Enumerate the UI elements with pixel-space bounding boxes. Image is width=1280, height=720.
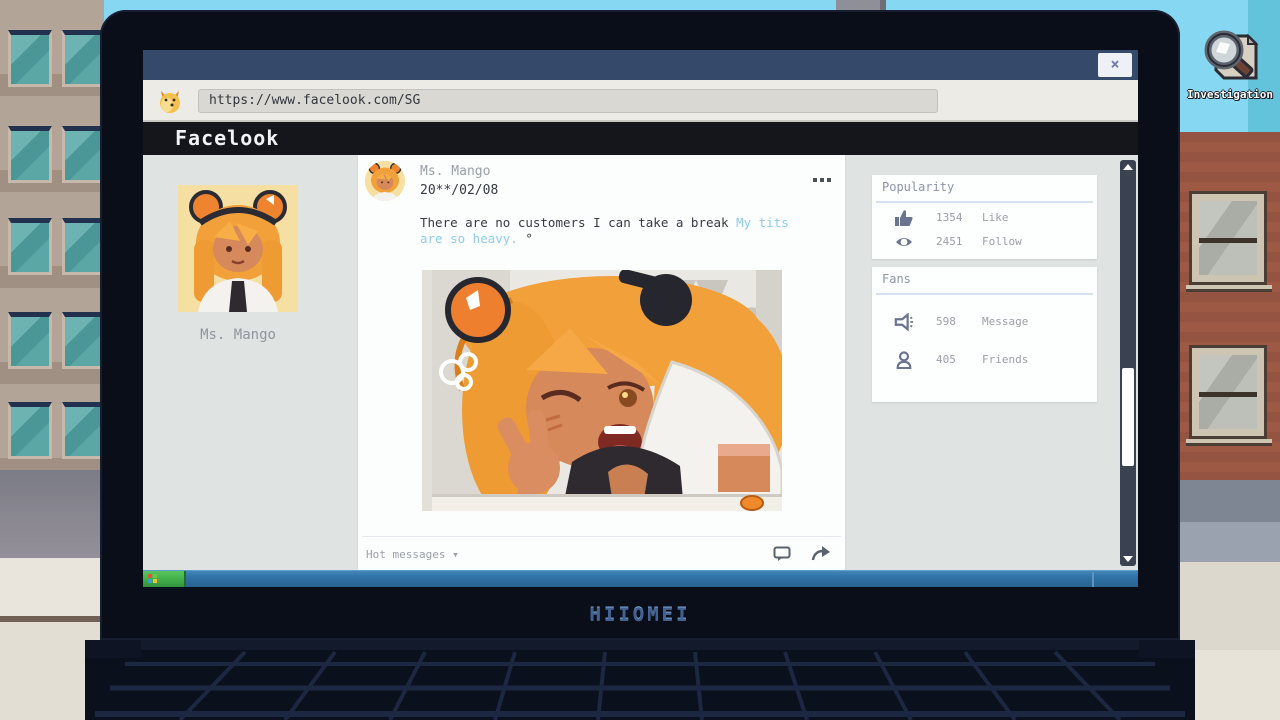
post-avatar[interactable] [365,161,405,201]
background-sidewalk-right [1176,562,1280,650]
game-screen: Investigation × https://www.facelook.com… [0,0,1280,720]
fans-panel: Fans 598 Message 405 Friends [872,267,1097,402]
message-count: 598 [936,315,956,328]
post-avatar-art [365,161,405,201]
start-logo-icon [148,574,158,584]
scrollbar[interactable] [1120,160,1136,566]
background-building-left [0,0,104,470]
scroll-down-icon[interactable] [1123,556,1133,562]
like-count: 1354 [936,211,963,224]
profile-name: Ms. Mango [163,327,313,343]
panel-divider [876,201,1093,203]
profile-picture[interactable] [178,185,298,312]
laptop-keyboard [85,640,1195,720]
fans-title: Fans [882,272,911,286]
friends-count: 405 [936,353,956,366]
post-divider [362,536,841,537]
taskbar-divider [1092,572,1094,587]
person-icon [894,351,914,369]
popularity-title: Popularity [882,180,954,194]
background-building-right [1176,132,1280,480]
post-date: 20**/02/08 [420,183,498,198]
follow-label: Follow [982,235,1022,248]
megaphone-icon [894,313,914,331]
browser-titlebar: × [143,50,1138,80]
eye-icon [894,233,914,251]
message-label: Message [982,315,1028,328]
post-text-plain: There are no customers I can take a brea… [420,215,736,230]
post-text-suffix: ° [518,231,533,246]
post-image-art: 20 [422,270,782,511]
post-card: Ms. Mango 20**/02/08 There are no custom… [358,155,845,570]
post-image[interactable]: 20 [422,270,782,511]
friends-stat-row: 405 Friends [894,351,1089,371]
message-stat-row: 598 Message [894,313,1089,333]
like-stat-row: 1354 Like [894,209,1089,229]
background-road-left [0,470,104,558]
popularity-panel: Popularity 1354 Like 2451 Fo [872,175,1097,259]
investigation-label: Investigation [1180,88,1280,101]
investigation-icon[interactable]: Investigation [1192,28,1268,106]
doge-favicon-icon [157,88,183,114]
comment-icon[interactable] [773,546,791,562]
chevron-down-icon: ▾ [452,548,459,561]
post-author: Ms. Mango [420,164,490,179]
background-road-right-light [1176,522,1280,562]
background-sidewalk-left [0,558,104,616]
scroll-up-icon[interactable] [1123,164,1133,170]
more-options-icon[interactable] [810,167,831,186]
hot-messages-dropdown[interactable]: Hot messages ▾ [366,548,459,561]
browser-address-bar: https://www.facelook.com/SG [143,80,1138,122]
like-label: Like [982,211,1009,224]
share-icon[interactable] [811,546,831,562]
profile-avatar-art [178,185,298,312]
post-text: There are no customers I can take a brea… [420,215,792,247]
panel-divider [876,293,1093,295]
laptop-brand: HIIOMEI [100,604,1180,634]
friends-label: Friends [982,353,1028,366]
follow-stat-row: 2451 Follow [894,233,1089,253]
magnifier-document-icon [1198,28,1262,88]
site-brand: Facelook [143,122,1138,155]
laptop-screen: × https://www.facelook.com/SG Facelook [143,50,1138,587]
close-icon[interactable]: × [1098,53,1132,77]
start-button[interactable] [143,571,186,587]
page-content: Ms. Mango [143,155,1138,570]
thumbs-up-icon [894,209,914,227]
scrollbar-thumb[interactable] [1122,368,1134,466]
background-road-right [1176,480,1280,522]
taskbar [143,570,1138,587]
url-input[interactable]: https://www.facelook.com/SG [198,89,938,113]
follow-count: 2451 [936,235,963,248]
